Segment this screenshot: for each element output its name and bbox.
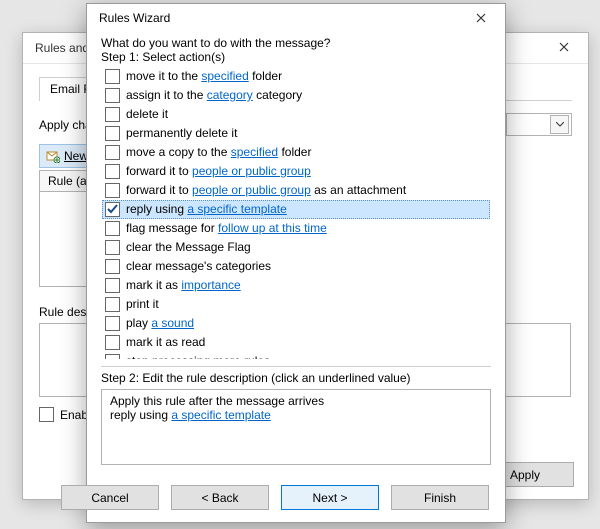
rules-wizard-dialog: Rules Wizard What do you want to do with… (86, 3, 506, 523)
action-label: assign it to the category category (126, 88, 302, 103)
action-checkbox[interactable] (105, 278, 120, 293)
close-icon (559, 42, 569, 52)
action-row[interactable]: reply using a specific template (102, 200, 490, 219)
action-checkbox[interactable] (105, 164, 120, 179)
description-line-1: Apply this rule after the message arrive… (110, 394, 482, 408)
action-checkbox[interactable] (105, 316, 120, 331)
action-row[interactable]: mark it as read (102, 333, 490, 352)
back-button[interactable]: < Back (171, 485, 269, 510)
template-link[interactable]: a specific template (171, 408, 270, 422)
close-icon (476, 13, 486, 23)
action-checkbox[interactable] (105, 335, 120, 350)
action-row[interactable]: forward it to people or public group as … (102, 181, 490, 200)
action-link[interactable]: specified (201, 69, 248, 83)
action-row[interactable]: assign it to the category category (102, 86, 490, 105)
action-checkbox[interactable] (105, 183, 120, 198)
action-checkbox[interactable] (105, 126, 120, 141)
action-row[interactable]: clear the Message Flag (102, 238, 490, 257)
action-link[interactable]: people or public group (192, 164, 311, 178)
action-row[interactable]: print it (102, 295, 490, 314)
action-label: stop processing more rules (126, 354, 270, 360)
finish-button[interactable]: Finish (391, 485, 489, 510)
action-checkbox[interactable] (105, 221, 120, 236)
action-checkbox[interactable] (105, 202, 120, 217)
action-label: permanently delete it (126, 126, 237, 141)
action-label: forward it to people or public group as … (126, 183, 406, 198)
action-link[interactable]: specified (231, 145, 278, 159)
action-checkbox[interactable] (105, 145, 120, 160)
close-button[interactable] (463, 8, 499, 28)
action-label: move it to the specified folder (126, 69, 282, 84)
action-checkbox[interactable] (105, 69, 120, 84)
enable-rss-checkbox[interactable] (39, 407, 54, 422)
wizard-question: What do you want to do with the message? (101, 36, 491, 50)
action-checkbox[interactable] (105, 259, 120, 274)
action-label: print it (126, 297, 159, 312)
action-link[interactable]: a specific template (187, 202, 286, 216)
action-row[interactable]: play a sound (102, 314, 490, 333)
action-row[interactable]: permanently delete it (102, 124, 490, 143)
action-label: mark it as read (126, 335, 205, 350)
step2-label: Step 2: Edit the rule description (click… (101, 371, 491, 385)
action-checkbox[interactable] (105, 107, 120, 122)
action-link[interactable]: people or public group (192, 183, 311, 197)
next-button[interactable]: Next > (281, 485, 379, 510)
chevron-down-icon (550, 115, 569, 134)
folder-dropdown[interactable] (506, 113, 572, 136)
action-checkbox[interactable] (105, 354, 120, 360)
dialog-title: Rules Wizard (99, 11, 170, 25)
action-label: mark it as importance (126, 278, 241, 293)
action-label: reply using a specific template (126, 202, 287, 217)
cancel-button[interactable]: Cancel (61, 485, 159, 510)
action-link[interactable]: category (207, 88, 253, 102)
action-label: move a copy to the specified folder (126, 145, 311, 160)
action-row[interactable]: mark it as importance (102, 276, 490, 295)
rule-description-editor[interactable]: Apply this rule after the message arrive… (101, 389, 491, 465)
action-checkbox[interactable] (105, 88, 120, 103)
action-label: forward it to people or public group (126, 164, 311, 179)
action-row[interactable]: move a copy to the specified folder (102, 143, 490, 162)
action-row[interactable]: forward it to people or public group (102, 162, 490, 181)
action-link[interactable]: importance (181, 278, 240, 292)
action-row[interactable]: flag message for follow up at this time (102, 219, 490, 238)
titlebar: Rules Wizard (87, 4, 505, 32)
action-link[interactable]: follow up at this time (218, 221, 327, 235)
action-label: delete it (126, 107, 168, 122)
step1-label: Step 1: Select action(s) (101, 50, 491, 64)
action-label: clear the Message Flag (126, 240, 251, 255)
actions-list: move it to the specified folder assign it… (101, 66, 491, 360)
action-checkbox[interactable] (105, 297, 120, 312)
action-row[interactable]: stop processing more rules (102, 352, 490, 360)
action-row[interactable]: delete it (102, 105, 490, 124)
action-label: flag message for follow up at this time (126, 221, 327, 236)
description-line-2: reply using a specific template (110, 408, 482, 422)
action-link[interactable]: a sound (151, 316, 194, 330)
action-checkbox[interactable] (105, 240, 120, 255)
action-row[interactable]: clear message's categories (102, 257, 490, 276)
separator (101, 366, 491, 367)
action-label: play a sound (126, 316, 194, 331)
new-rule-icon (46, 149, 60, 163)
action-row[interactable]: move it to the specified folder (102, 67, 490, 86)
close-button[interactable] (544, 33, 584, 61)
action-label: clear message's categories (126, 259, 271, 274)
